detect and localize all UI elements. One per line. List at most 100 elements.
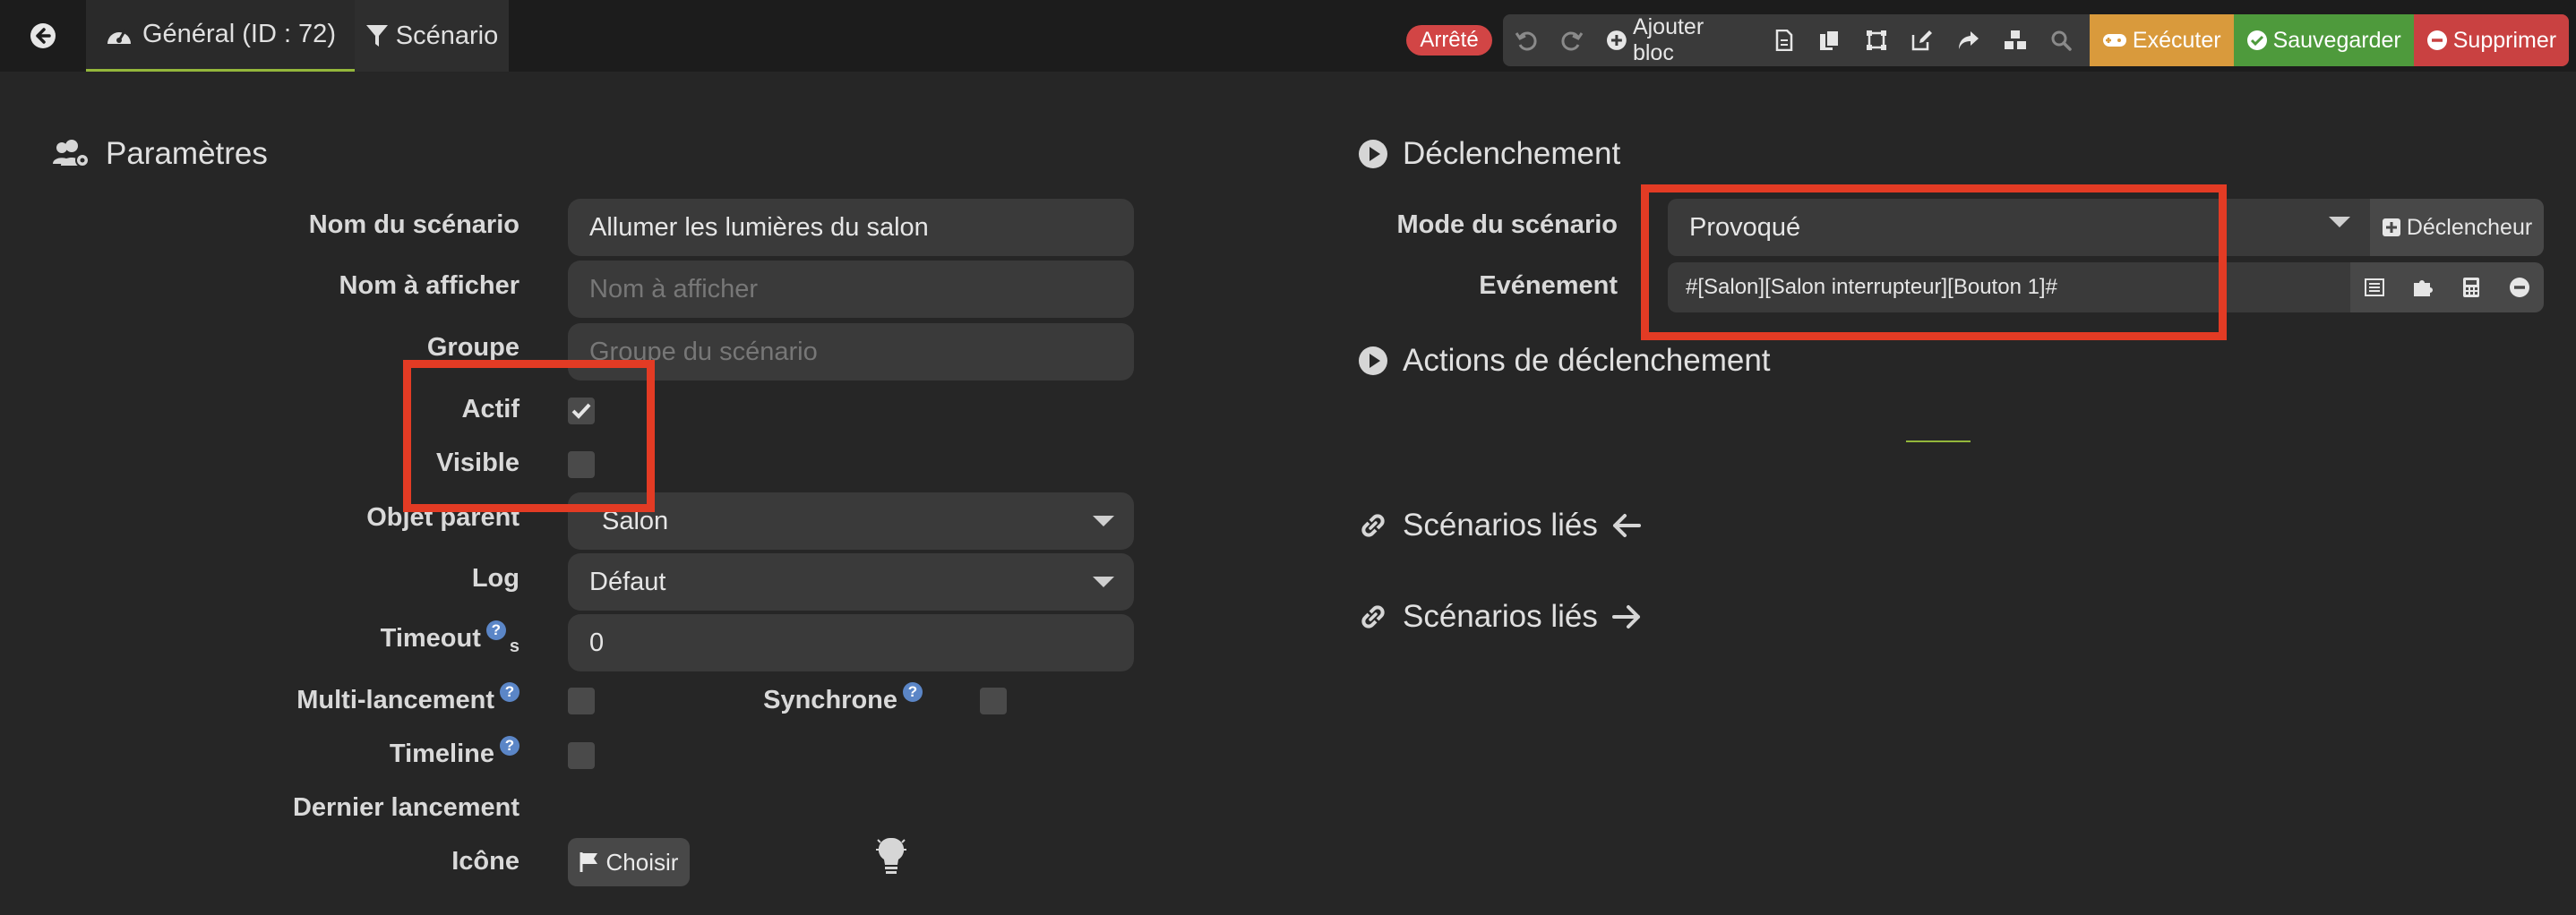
help-icon[interactable]: ?: [903, 682, 923, 702]
trigger-title: Déclenchement: [1403, 136, 1621, 171]
redo-icon: [1561, 31, 1584, 51]
back-button[interactable]: [0, 0, 86, 72]
event-list-button[interactable]: [2350, 262, 2399, 312]
timeout-input[interactable]: 0: [568, 614, 1134, 671]
display-name-input[interactable]: Nom à afficher: [568, 261, 1134, 318]
log-select[interactable]: Défaut: [568, 553, 1134, 611]
delete-button[interactable]: Supprimer: [2413, 14, 2569, 66]
linked-scenarios-out-title: Scénarios liés: [1403, 599, 1598, 634]
delete-label: Supprimer: [2452, 27, 2557, 53]
users-cog-icon: [53, 140, 90, 167]
dependencies-button[interactable]: [1992, 14, 2039, 66]
chevron-down-icon: [1093, 516, 1114, 526]
share-icon: [1958, 31, 1979, 49]
timeline-label-text: Timeline: [389, 740, 494, 768]
log-label: Log: [471, 564, 519, 593]
scenario-name-label: Nom du scénario: [308, 210, 519, 239]
minus-circle-icon: [2426, 30, 2447, 50]
share-button[interactable]: [1945, 14, 1992, 66]
save-label: Sauvegarder: [2272, 27, 2401, 53]
flag-icon: [580, 852, 597, 872]
link-icon: [1361, 605, 1385, 629]
tab-general-label: Général (ID : 72): [142, 20, 336, 48]
play-circle-icon: [1359, 346, 1387, 375]
trigger-actions-heading[interactable]: Actions de déclenchement: [1358, 339, 1771, 382]
synchronous-label: Synchrone?: [609, 682, 923, 718]
dashboard-icon: [107, 30, 131, 44]
search-icon: [2051, 30, 2072, 51]
linked-scenarios-in-title: Scénarios liés: [1403, 508, 1598, 543]
parametres-title: Paramètres: [106, 136, 268, 171]
undo-button[interactable]: [1503, 14, 1550, 66]
linked-scenarios-out-heading[interactable]: Scénarios liés: [1358, 595, 1641, 638]
run-label: Exécuter: [2132, 27, 2221, 53]
help-icon[interactable]: ?: [500, 682, 519, 702]
timeout-unit: s: [509, 637, 519, 656]
arrow-right-icon: [1611, 605, 1640, 629]
multi-launch-checkbox[interactable]: [568, 688, 595, 714]
add-trigger-button[interactable]: Déclencheur: [2370, 199, 2544, 256]
highlight-box-mode-event: [1641, 184, 2227, 340]
undo-icon: [1515, 31, 1537, 51]
synchronous-checkbox[interactable]: [980, 688, 1007, 714]
highlight-box-actif-visible: [403, 360, 655, 512]
event-calculator-button[interactable]: [2447, 262, 2495, 312]
search-button[interactable]: [2038, 14, 2084, 66]
divider: [1906, 440, 1971, 442]
gamepad-icon: [2102, 34, 2126, 47]
link-icon: [1361, 514, 1385, 537]
display-name-label: Nom à afficher: [339, 271, 519, 300]
multi-launch-label: Multi-lancement?: [36, 682, 519, 718]
arrow-left-icon: [1612, 514, 1641, 537]
mode-label: Mode du scénario: [1396, 210, 1618, 239]
choose-icon-button[interactable]: Choisir: [568, 838, 690, 886]
save-button[interactable]: Sauvegarder: [2233, 14, 2414, 66]
status-badge: Arrêté: [1406, 25, 1492, 56]
run-button[interactable]: Exécuter: [2089, 14, 2234, 66]
duplicate-button[interactable]: [1807, 14, 1853, 66]
trigger-heading: Déclenchement: [1358, 133, 1620, 175]
icon-label: Icône: [451, 847, 519, 876]
file-icon: [1775, 30, 1792, 51]
check-circle-icon: [2246, 30, 2267, 50]
filter-icon: [365, 25, 388, 47]
help-icon[interactable]: ?: [500, 736, 519, 756]
choose-icon-label: Choisir: [605, 848, 679, 876]
linked-scenarios-in-heading[interactable]: Scénarios liés: [1358, 504, 1641, 547]
list-icon: [2365, 278, 2384, 296]
template-button[interactable]: [1853, 14, 1900, 66]
scenario-name-input[interactable]: Allumer les lumières du salon: [568, 199, 1134, 256]
edit-button[interactable]: [1900, 14, 1946, 66]
trigger-actions-title: Actions de déclenchement: [1403, 343, 1771, 378]
timeout-label: Timeout ?s: [36, 620, 519, 656]
timeline-label: Timeline?: [36, 736, 519, 772]
parametres-heading: Paramètres: [52, 133, 268, 175]
tab-scenario-label: Scénario: [395, 21, 499, 50]
redo-button[interactable]: [1550, 14, 1596, 66]
multi-launch-label-text: Multi-lancement: [296, 686, 494, 714]
puzzle-icon: [2414, 280, 2433, 296]
help-icon[interactable]: ?: [485, 620, 506, 640]
last-launch-label: Dernier lancement: [292, 793, 519, 822]
tab-general[interactable]: Général (ID : 72): [86, 0, 355, 72]
timeline-checkbox[interactable]: [568, 742, 595, 769]
add-trigger-label: Déclencheur: [2406, 214, 2533, 240]
plus-square-icon: [2382, 218, 2400, 236]
tab-scenario[interactable]: Scénario: [355, 0, 509, 72]
copy-icon: [1820, 30, 1841, 50]
back-arrow-icon: [30, 23, 56, 48]
add-block-button[interactable]: Ajouter bloc: [1595, 14, 1761, 66]
synchronous-label-text: Synchrone: [763, 686, 897, 714]
event-label: Evénement: [1479, 271, 1618, 300]
event-remove-button[interactable]: [2495, 262, 2544, 312]
plus-circle-icon: [1607, 30, 1627, 50]
export-button[interactable]: [1761, 14, 1807, 66]
toolbar: Ajouter bloc Exécuter Sauvegarder Suppri…: [1503, 14, 2569, 66]
play-circle-icon: [1359, 140, 1387, 168]
event-plugin-button[interactable]: [2399, 262, 2447, 312]
timeout-label-text: Timeout: [380, 624, 481, 653]
add-block-label: Ajouter bloc: [1632, 14, 1704, 65]
cubes-icon: [2004, 30, 2026, 49]
lightbulb-icon: [876, 837, 906, 874]
log-value: Défaut: [589, 567, 666, 596]
